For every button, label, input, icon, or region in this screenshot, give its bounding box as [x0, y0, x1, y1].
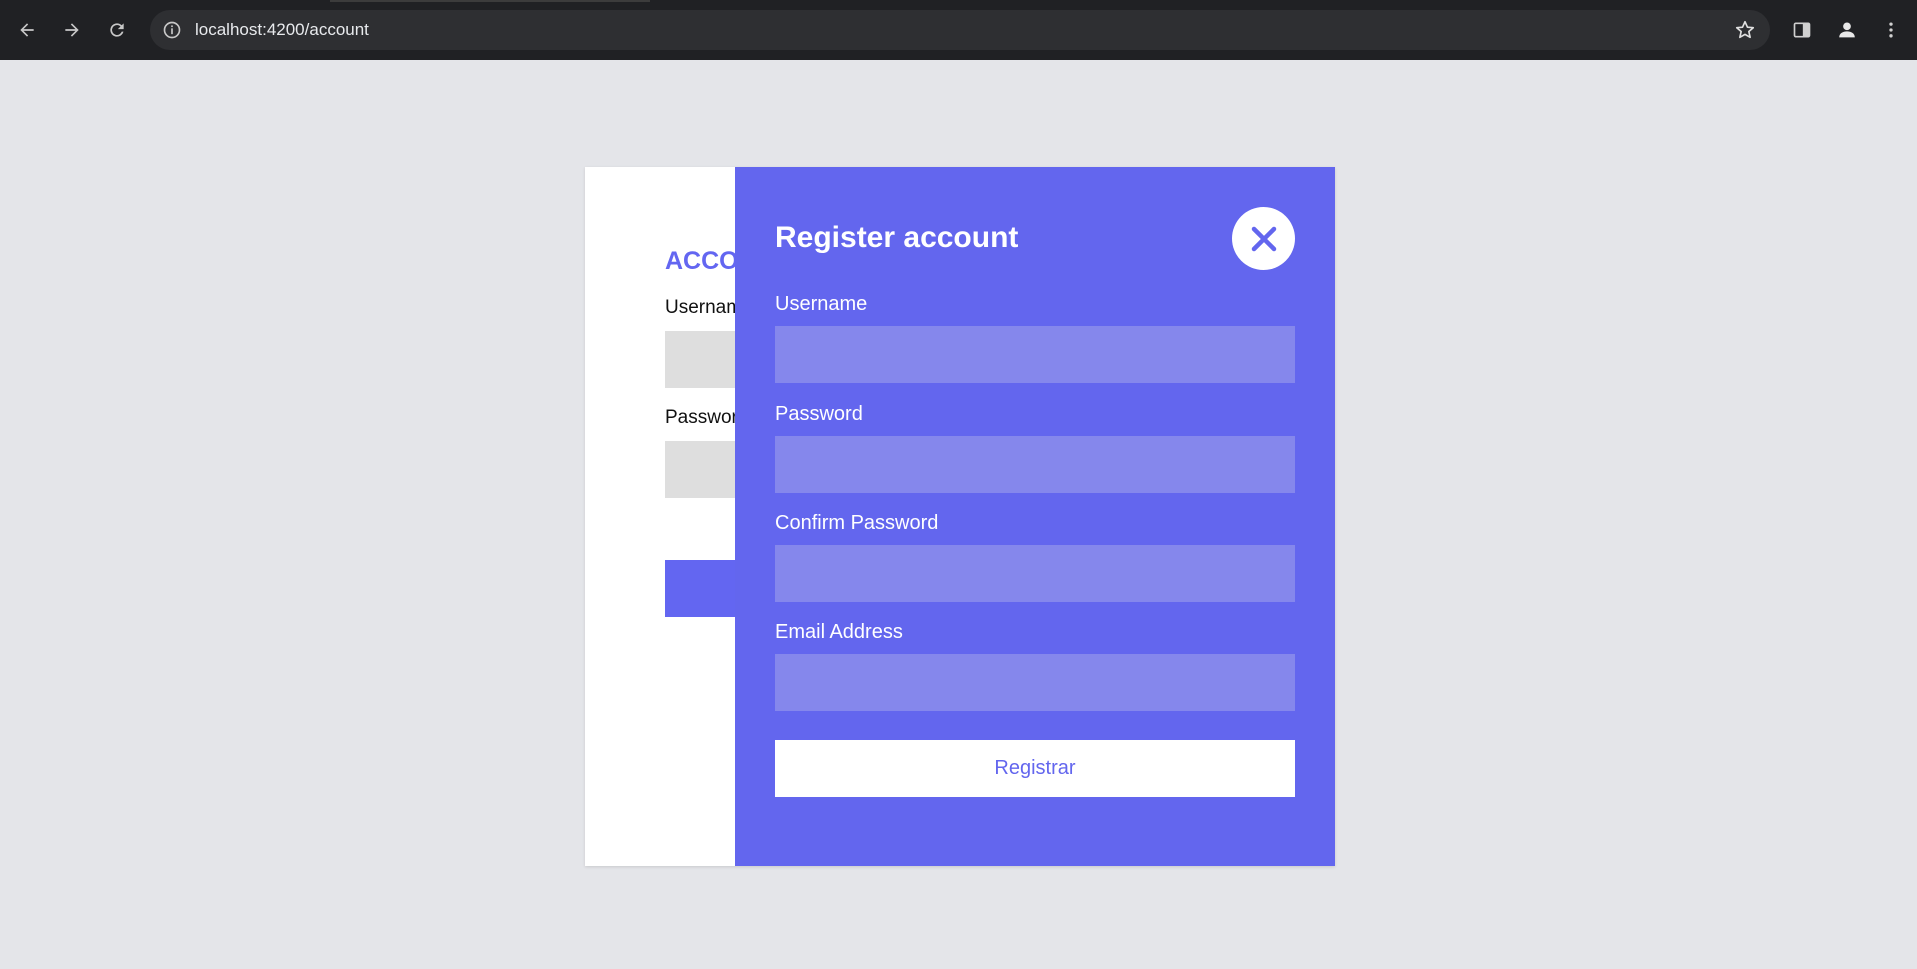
close-button[interactable]: [1232, 207, 1295, 270]
register-password-input[interactable]: [775, 436, 1295, 493]
login-button[interactable]: [665, 560, 735, 617]
register-heading: Register account: [775, 221, 1019, 254]
register-submit-button[interactable]: Registrar: [775, 740, 1295, 797]
arrow-right-icon: [65, 23, 79, 37]
reload-icon: [110, 23, 124, 37]
register-username-input[interactable]: [775, 326, 1295, 383]
register-confirm-password-label: Confirm Password: [775, 512, 939, 534]
tab-strip: [0, 0, 1917, 8]
login-panel: ACCOUNT Username Password: [585, 167, 735, 866]
address-bar[interactable]: localhost:4200/account: [150, 10, 1770, 50]
login-username-input[interactable]: [665, 331, 735, 388]
login-username-label: Username: [665, 297, 735, 318]
info-icon[interactable]: [161, 19, 183, 41]
register-panel: Register account Username Password Confi…: [735, 167, 1335, 866]
star-icon[interactable]: [1734, 19, 1756, 41]
page-content: ACCOUNT Username Password Register accou…: [0, 60, 1917, 969]
profile-icon[interactable]: [1836, 19, 1858, 41]
browser-toolbar: localhost:4200/account: [0, 0, 1917, 60]
login-title: ACCOUNT: [665, 247, 735, 275]
kebab-menu-icon[interactable]: [1880, 19, 1902, 41]
tab-indicator: [330, 0, 650, 2]
register-password-label: Password: [775, 403, 863, 425]
side-panel-icon[interactable]: [1791, 19, 1813, 41]
register-email-input[interactable]: [775, 654, 1295, 711]
close-icon: [1251, 226, 1276, 251]
register-confirm-password-input[interactable]: [775, 545, 1295, 602]
register-username-label: Username: [775, 293, 868, 315]
arrow-left-icon: [20, 23, 34, 37]
register-email-label: Email Address: [775, 621, 903, 643]
forward-button[interactable]: [57, 13, 87, 47]
reload-button[interactable]: [102, 13, 132, 47]
login-password-label: Password: [665, 407, 735, 428]
url-text[interactable]: localhost:4200/account: [195, 20, 369, 40]
account-card: ACCOUNT Username Password Register accou…: [585, 167, 1335, 866]
login-password-input[interactable]: [665, 441, 735, 498]
back-button[interactable]: [12, 13, 42, 47]
